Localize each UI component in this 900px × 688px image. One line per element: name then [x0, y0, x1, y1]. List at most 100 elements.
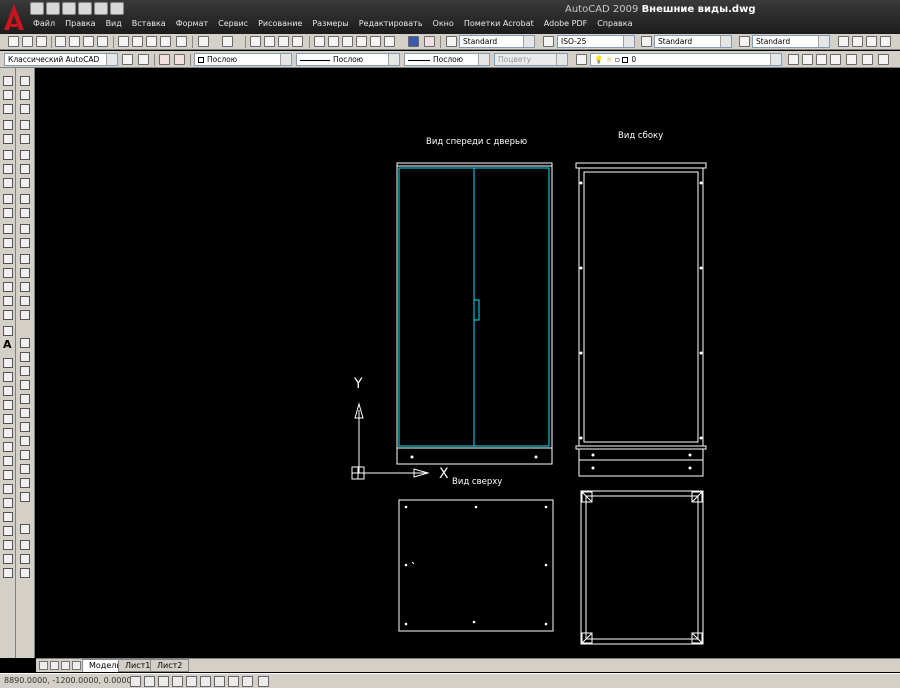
menu-format[interactable]: Формат — [171, 18, 213, 32]
scale-icon[interactable] — [20, 178, 30, 188]
tab-layout2[interactable]: Лист2 — [150, 659, 190, 672]
layer-state-icon[interactable] — [816, 54, 827, 65]
mirror-icon[interactable] — [20, 104, 30, 114]
construction-line-icon[interactable] — [3, 90, 13, 100]
snap-insert-icon[interactable] — [20, 492, 30, 502]
make-block-icon[interactable] — [3, 254, 13, 264]
snap-node-icon[interactable] — [20, 524, 30, 534]
sheet-set-manager-icon[interactable] — [356, 36, 367, 47]
move-icon[interactable] — [20, 150, 30, 160]
menu-insert[interactable]: Вставка — [127, 18, 171, 32]
lineweight-select[interactable]: Послою — [404, 53, 490, 66]
autocad-logo-icon[interactable] — [2, 2, 26, 32]
dimension-diameter-icon[interactable] — [3, 442, 13, 452]
snap-extension-icon[interactable] — [20, 408, 30, 418]
workspace-select[interactable]: Классический AutoCAD — [4, 53, 118, 66]
spline-icon[interactable] — [3, 194, 13, 204]
block-editor-icon[interactable] — [176, 36, 187, 47]
dimension-angular-icon[interactable] — [3, 456, 13, 466]
paste-icon[interactable] — [146, 36, 157, 47]
color-select[interactable]: Послою — [194, 53, 292, 66]
menu-dimension[interactable]: Размеры — [307, 18, 353, 32]
break-at-point-icon[interactable] — [20, 238, 30, 248]
first-tab-icon[interactable] — [39, 661, 48, 670]
table-icon[interactable] — [3, 326, 13, 336]
redo-icon[interactable] — [222, 36, 233, 47]
match-properties-icon[interactable] — [160, 36, 171, 47]
dimension-linear-icon[interactable] — [3, 358, 13, 368]
menu-window[interactable]: Окно — [428, 18, 459, 32]
convert-to-pdf-icon[interactable] — [424, 36, 435, 47]
menu-adobe-pdf[interactable]: Adobe PDF — [539, 18, 592, 32]
dynamic-input-icon[interactable] — [228, 676, 239, 687]
revision-cloud-icon[interactable] — [3, 178, 13, 188]
snap-apparent-intersection-icon[interactable] — [20, 394, 30, 404]
polyline-icon[interactable] — [3, 104, 13, 114]
polygon-icon[interactable] — [3, 120, 13, 130]
explode-icon[interactable] — [20, 310, 30, 320]
snap-nearest-icon[interactable] — [20, 540, 30, 550]
menu-help[interactable]: Справка — [592, 18, 637, 32]
redo-icon[interactable] — [110, 2, 124, 15]
tool-palettes-icon[interactable] — [342, 36, 353, 47]
remove-leader-icon[interactable] — [866, 36, 877, 47]
region-icon[interactable] — [3, 310, 13, 320]
multiline-text-icon[interactable]: A — [3, 339, 13, 350]
layer-walk-icon[interactable] — [846, 54, 857, 65]
show-lineweight-icon[interactable] — [242, 676, 253, 687]
layer-select[interactable]: 💡 ☼ ▫ 0 — [590, 53, 782, 66]
next-tab-icon[interactable] — [61, 661, 70, 670]
qnew-icon[interactable] — [8, 36, 19, 47]
pan-icon[interactable] — [250, 36, 261, 47]
insert-block-icon[interactable] — [3, 238, 13, 248]
dimension-arc-icon[interactable] — [3, 386, 13, 396]
save-icon[interactable] — [62, 2, 76, 15]
coordinates-readout[interactable]: 8890.0000, -1200.0000, 0.0000 — [4, 676, 132, 685]
menu-acrobat-markups[interactable]: Пометки Acrobat — [459, 18, 539, 32]
make-object-layer-current-icon[interactable] — [788, 54, 799, 65]
multileader-style-select[interactable]: Standard — [752, 35, 830, 48]
offset-icon[interactable] — [20, 120, 30, 130]
polar-tracking-icon[interactable] — [172, 676, 183, 687]
layer-previous-icon[interactable] — [802, 54, 813, 65]
ellipse-icon[interactable] — [3, 208, 13, 218]
rotate-icon[interactable] — [20, 164, 30, 174]
snap-perpendicular-icon[interactable] — [20, 464, 30, 474]
text-style-icon[interactable] — [446, 36, 457, 47]
new-file-icon[interactable] — [30, 2, 44, 15]
drawing-area[interactable]: Вид спереди с дверью Вид сбоку Вид сверх… — [36, 68, 900, 658]
object-snap-tracking-icon[interactable] — [200, 676, 211, 687]
circle-icon[interactable] — [3, 164, 13, 174]
markup-manager-icon[interactable] — [370, 36, 381, 47]
workspace-settings-icon[interactable] — [122, 54, 133, 65]
layer-unisolate-icon[interactable] — [862, 54, 873, 65]
menu-file[interactable]: Файл — [28, 18, 60, 32]
design-center-icon[interactable] — [328, 36, 339, 47]
zoom-window-icon[interactable] — [278, 36, 289, 47]
print-icon[interactable] — [78, 2, 92, 15]
snap-parallel-icon[interactable] — [20, 478, 30, 488]
linetype-select[interactable]: Послою — [296, 53, 400, 66]
object-snap-toggle-icon[interactable] — [186, 676, 197, 687]
snap-center-icon[interactable] — [20, 422, 30, 432]
snap-mode-icon[interactable] — [130, 676, 141, 687]
dim-style-icon[interactable] — [543, 36, 554, 47]
break-icon[interactable] — [20, 254, 30, 264]
zoom-realtime-icon[interactable] — [264, 36, 275, 47]
object-snap-icon[interactable] — [20, 338, 30, 348]
layer-off-icon[interactable] — [878, 54, 889, 65]
table-style-select[interactable]: Standard — [654, 35, 732, 48]
snap-quadrant-icon[interactable] — [20, 436, 30, 446]
inspection-icon[interactable] — [3, 554, 13, 564]
layer-isolate-icon[interactable] — [830, 54, 841, 65]
grid-display-icon[interactable] — [144, 676, 155, 687]
help-icon[interactable] — [408, 36, 419, 47]
join-icon[interactable] — [20, 268, 30, 278]
dimension-baseline-icon[interactable] — [3, 484, 13, 494]
cut-icon[interactable] — [118, 36, 129, 47]
rectangle-icon[interactable] — [3, 134, 13, 144]
erase-icon[interactable] — [20, 76, 30, 86]
multileader-icon[interactable] — [838, 36, 849, 47]
snap-midpoint-icon[interactable] — [20, 366, 30, 376]
dimension-ordinate-icon[interactable] — [3, 400, 13, 410]
